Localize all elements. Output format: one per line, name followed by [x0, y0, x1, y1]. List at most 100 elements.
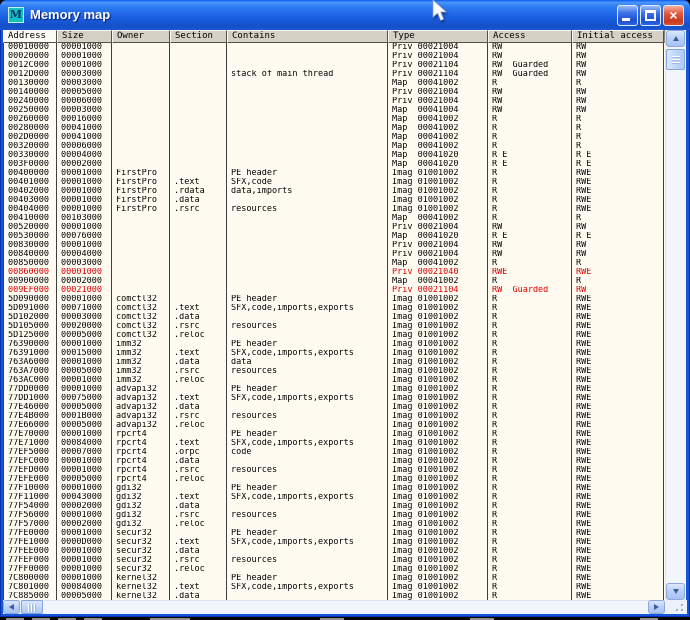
table-row[interactable]: 0040100000001000FirstPro.textSFX,codeIma… [3, 178, 665, 187]
table-row[interactable]: 77F1100000043000gdi32.textSFX,code,impor… [3, 493, 665, 502]
table-row[interactable]: 0052000000001000Priv 00021004RWRW [3, 223, 665, 232]
table-row[interactable]: 0032000000006000Map 00041002RR [3, 142, 665, 151]
table-row[interactable]: 77F1000000001000gdi32PE headerImag 01001… [3, 484, 665, 493]
table-row[interactable]: 0090000000002000Map 00041002RR [3, 277, 665, 286]
horizontal-scroll-thumb[interactable] [21, 600, 43, 614]
table-row[interactable]: 0084000000004000Priv 00021004RWRW [3, 250, 665, 259]
table-row[interactable]: 7C88500000005000kernel32.dataImag 010010… [3, 592, 665, 600]
table-row[interactable]: 0012C00000001000Priv 00021104RW GuardedR… [3, 61, 665, 70]
table-row[interactable]: 77EFC00000001000rpcrt4.dataImag 01001002… [3, 457, 665, 466]
scroll-left-button[interactable] [3, 600, 20, 614]
table-row[interactable]: 0024000000006000Priv 00021004RWRW [3, 97, 665, 106]
cell-size: 00084000 [57, 439, 112, 448]
table-row[interactable]: 7639100000015000imm32.textSFX,code,impor… [3, 349, 665, 358]
cell-initial-access: RWE [572, 331, 664, 340]
scroll-down-button[interactable] [666, 583, 685, 600]
cell-access: R [488, 556, 572, 565]
table-row[interactable]: 0053000000076000Map 00041020R ER E [3, 232, 665, 241]
cell-section [170, 259, 227, 268]
table-row[interactable]: 0013000000003000Map 00041002RR [3, 79, 665, 88]
table-row[interactable]: 0040200000001000FirstPro.rdatadata,impor… [3, 187, 665, 196]
cell-contains [227, 151, 388, 160]
cell-address: 00520000 [3, 223, 57, 232]
cell-access: RW [488, 250, 572, 259]
table-row[interactable]: 0026000000016000Map 00041002RR [3, 115, 665, 124]
table-row[interactable]: 77E4B0000001B000advapi32.rsrcresourcesIm… [3, 412, 665, 421]
cell-size: 00001000 [57, 43, 112, 52]
table-row[interactable]: 77EFD00000001000rpcrt4.rsrcresourcesImag… [3, 466, 665, 475]
table-row[interactable]: 77FE10000000D000secur32.textSFX,code,imp… [3, 538, 665, 547]
table-row[interactable]: 0040300000001000FirstPro.dataImag 010010… [3, 196, 665, 205]
table-row[interactable]: 77EFE00000005000rpcrt4.relocImag 0100100… [3, 475, 665, 484]
table-row[interactable]: 0002000000001000Priv 00021004RWRW [3, 52, 665, 61]
vertical-scroll-thumb[interactable] [666, 49, 685, 70]
table-row[interactable]: 77E7100000084000rpcrt4.textSFX,code,impo… [3, 439, 665, 448]
table-row[interactable]: 0033000000004000Map 00041020R ER E [3, 151, 665, 160]
scroll-up-button[interactable] [666, 30, 685, 47]
table-row[interactable]: 77F5700000002000gdi32.relocImag 01001002… [3, 520, 665, 529]
vertical-scrollbar[interactable] [665, 30, 686, 600]
table-row[interactable]: 77DD000000001000advapi32PE headerImag 01… [3, 385, 665, 394]
titlebar[interactable]: M Memory map × [0, 0, 690, 30]
column-header-contains[interactable]: Contains [227, 30, 388, 43]
column-header-owner[interactable]: Owner [112, 30, 170, 43]
table-row[interactable]: 77FF000000001000secur32.relocImag 010010… [3, 565, 665, 574]
maximize-button[interactable] [640, 5, 661, 26]
table-row[interactable]: 77F5400000002000gdi32.dataImag 01001002R… [3, 502, 665, 511]
column-header-section[interactable]: Section [170, 30, 227, 43]
table-row[interactable]: 77FEE00000001000secur32.dataImag 0100100… [3, 547, 665, 556]
table-row[interactable]: 77FEF00000001000secur32.rsrcresourcesIma… [3, 556, 665, 565]
cell-type: Imag 01001002 [388, 376, 488, 385]
minimize-button[interactable] [617, 5, 638, 26]
table-row[interactable]: 0086000000001000Priv 00021040RWERWE [3, 268, 665, 277]
table-row[interactable]: 0012D00000003000stack of main threadPriv… [3, 70, 665, 79]
table-row[interactable]: 0041000000103000Map 00041002RR [3, 214, 665, 223]
horizontal-scrollbar[interactable] [3, 600, 665, 614]
table-row[interactable]: 77E6600000005000advapi32.relocImag 01001… [3, 421, 665, 430]
cell-owner [112, 142, 170, 151]
cell-access: RW Guarded [488, 286, 572, 295]
close-button[interactable]: × [663, 5, 684, 26]
table-row[interactable]: 0083000000001000Priv 00021004RWRW [3, 241, 665, 250]
table-row[interactable]: 5D12500000005000comctl32.relocImag 01001… [3, 331, 665, 340]
scroll-right-button[interactable] [648, 600, 665, 614]
table-row[interactable]: 5D09100000071000comctl32.textSFX,code,im… [3, 304, 665, 313]
table-row[interactable]: 77FE000000001000secur32PE headerImag 010… [3, 529, 665, 538]
table-row[interactable]: 763AC00000001000imm32.relocImag 01001002… [3, 376, 665, 385]
table-row[interactable]: 5D09000000001000comctl32PE headerImag 01… [3, 295, 665, 304]
column-header-size[interactable]: Size [57, 30, 112, 43]
table-row[interactable]: 5D10200000003000comctl32.dataImag 010010… [3, 313, 665, 322]
table-row[interactable]: 002D000000041000Map 00041002RR [3, 133, 665, 142]
table-row[interactable]: 009EF00000021000Priv 00021104RW GuardedR… [3, 286, 665, 295]
table-row[interactable]: 7639000000001000imm32PE headerImag 01001… [3, 340, 665, 349]
column-header-initial-access[interactable]: Initial access [572, 30, 664, 43]
cell-section: .text [170, 304, 227, 313]
table-row[interactable]: 003F000000002000Map 00041020R ER E [3, 160, 665, 169]
table-row[interactable]: 5D10500000020000comctl32.rsrcresourcesIm… [3, 322, 665, 331]
table-row[interactable]: 77E7000000001000rpcrt4PE headerImag 0100… [3, 430, 665, 439]
table-row[interactable]: 77F5600000001000gdi32.rsrcresourcesImag … [3, 511, 665, 520]
table-row[interactable]: 77DD100000075000advapi32.textSFX,code,im… [3, 394, 665, 403]
table-row[interactable]: 763A700000005000imm32.rsrcresourcesImag … [3, 367, 665, 376]
app-icon[interactable]: M [8, 7, 24, 23]
table-row[interactable]: 0014000000005000Priv 00021004RWRW [3, 88, 665, 97]
resize-grip[interactable] [665, 600, 687, 614]
cell-owner: rpcrt4 [112, 430, 170, 439]
table-row[interactable]: 77EF500000007000rpcrt4.orpccodeImag 0100… [3, 448, 665, 457]
table-row[interactable]: 7C80000000001000kernel32PE headerImag 01… [3, 574, 665, 583]
column-header-type[interactable]: Type [388, 30, 488, 43]
table-row[interactable]: 0085000000003000Map 00041002RR [3, 259, 665, 268]
table-row[interactable]: 0001000000001000Priv 00021004RWRW [3, 43, 665, 52]
table-row[interactable]: 77E4600000005000advapi32.dataImag 010010… [3, 403, 665, 412]
column-header-address[interactable]: Address [3, 30, 57, 43]
table-row[interactable]: 7C80100000084000kernel32.textSFX,code,im… [3, 583, 665, 592]
table-row[interactable]: 763A600000001000imm32.datadataImag 01001… [3, 358, 665, 367]
cell-initial-access: RWE [572, 565, 664, 574]
table-row[interactable]: 0040400000001000FirstPro.rsrcresourcesIm… [3, 205, 665, 214]
column-header-access[interactable]: Access [488, 30, 572, 43]
table-row[interactable]: 0028000000041000Map 00041002RR [3, 124, 665, 133]
cell-section: .reloc [170, 376, 227, 385]
cell-type: Imag 01001002 [388, 592, 488, 600]
table-row[interactable]: 0025000000003000Map 00041004RWRW [3, 106, 665, 115]
table-row[interactable]: 0040000000001000FirstProPE headerImag 01… [3, 169, 665, 178]
